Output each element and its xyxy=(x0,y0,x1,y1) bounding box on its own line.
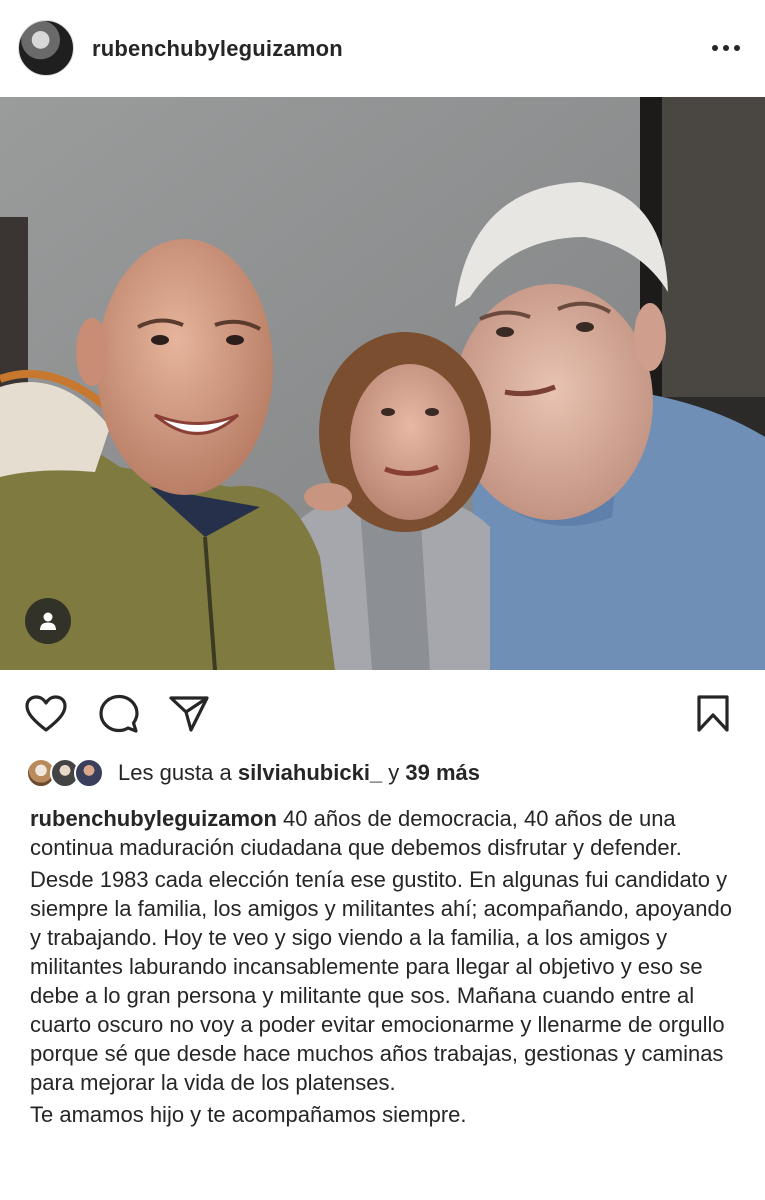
comment-bubble-icon xyxy=(99,694,139,733)
profile-avatar[interactable] xyxy=(18,20,74,76)
person-tag-icon xyxy=(40,612,56,630)
caption-username[interactable]: rubenchubyleguizamon xyxy=(30,806,277,831)
post-photo[interactable] xyxy=(0,97,765,670)
heart-icon xyxy=(25,695,67,732)
likes-count[interactable]: 39 más xyxy=(405,760,480,785)
caption-paragraph: Desde 1983 cada elección tenía ese gusti… xyxy=(30,867,732,1095)
action-bar xyxy=(0,680,765,746)
photo-illustration xyxy=(0,97,765,670)
likes-summary: Les gusta a silviahubicki_ y 39 más xyxy=(118,760,481,785)
liker-username[interactable]: silviahubicki_ xyxy=(238,760,382,785)
caption-paragraph: Te amamos hijo y te acompañamos siempre. xyxy=(30,1102,467,1127)
likes-row: Les gusta a silviahubicki_ y 39 más xyxy=(26,754,480,792)
liker-avatar xyxy=(74,758,104,788)
share-button[interactable] xyxy=(167,692,211,736)
save-button[interactable] xyxy=(691,692,735,736)
tag-people-button[interactable] xyxy=(25,598,71,644)
like-button[interactable] xyxy=(24,692,68,736)
comment-button[interactable] xyxy=(97,692,141,736)
caption-paragraph: rubenchubyleguizamon 40 años de democrac… xyxy=(30,804,745,862)
post-header: rubenchubyleguizamon xyxy=(0,0,765,96)
post-username[interactable]: rubenchubyleguizamon xyxy=(92,36,343,62)
paper-plane-icon xyxy=(169,696,209,732)
bookmark-icon xyxy=(697,695,729,732)
liker-avatars[interactable] xyxy=(26,756,110,790)
more-horizontal-icon xyxy=(712,45,740,51)
post-caption: rubenchubyleguizamon 40 años de democrac… xyxy=(30,804,745,1132)
more-options-button[interactable] xyxy=(704,34,748,62)
